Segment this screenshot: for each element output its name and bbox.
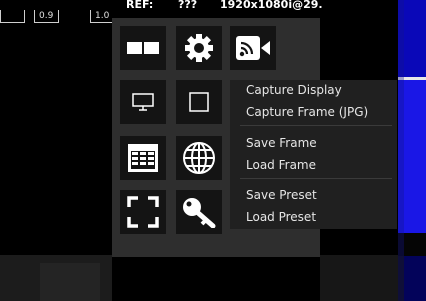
settings-button[interactable] <box>176 26 222 70</box>
color-block <box>404 256 426 301</box>
background-dark-area <box>40 263 100 301</box>
globe-icon <box>183 142 215 174</box>
square-icon <box>189 92 209 112</box>
gear-icon <box>185 34 213 62</box>
menu-item-load-frame[interactable]: Load Frame <box>246 158 316 172</box>
globe-button[interactable] <box>176 136 222 180</box>
scale-ruler: 0.9 1.0 <box>0 0 120 24</box>
ruler-tick <box>0 10 25 23</box>
menu-separator <box>240 125 392 126</box>
monitor-button[interactable] <box>120 80 166 124</box>
ref-value: ??? <box>178 0 198 11</box>
cast-video-icon <box>236 36 270 60</box>
fullscreen-icon <box>127 196 159 228</box>
key-icon <box>183 198 216 228</box>
fullscreen-button[interactable] <box>120 190 166 234</box>
key-button[interactable] <box>176 190 222 234</box>
resolution-text: 1920x1080i@29. <box>220 0 323 11</box>
bars-icon <box>127 42 159 54</box>
table-icon <box>128 144 158 172</box>
square-button[interactable] <box>176 80 222 124</box>
menu-item-capture-display[interactable]: Capture Display <box>246 83 342 97</box>
ref-label: REF: <box>126 0 154 11</box>
monitor-icon <box>132 93 154 111</box>
menu-separator <box>240 178 392 179</box>
menu-item-save-frame[interactable]: Save Frame <box>246 136 317 150</box>
bars-button[interactable] <box>120 26 166 70</box>
table-button[interactable] <box>120 136 166 180</box>
cast-video-button[interactable] <box>230 26 276 70</box>
menu-item-capture-frame[interactable]: Capture Frame (JPG) <box>246 105 368 119</box>
ruler-tick-label: 0.9 <box>39 11 54 21</box>
menu-item-save-preset[interactable]: Save Preset <box>246 188 317 202</box>
ruler-tick-label: 1.0 <box>95 11 110 21</box>
color-edge <box>398 0 404 301</box>
status-header: REF: ??? 1920x1080i@29. <box>112 0 323 18</box>
menu-item-load-preset[interactable]: Load Preset <box>246 210 316 224</box>
context-menu: Capture Display Capture Frame (JPG) Save… <box>230 80 397 229</box>
